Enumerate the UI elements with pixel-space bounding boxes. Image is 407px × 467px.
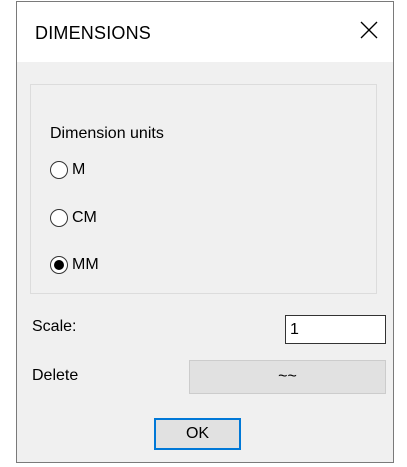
radio-selected-dot	[54, 260, 64, 270]
radio-cm-label: CM	[72, 209, 97, 226]
radio-m-circle[interactable]	[50, 161, 68, 179]
dimension-units-group: Dimension units M CM MM	[30, 84, 377, 294]
dialog-body: Dimension units M CM MM Scale: Delete ~~…	[17, 62, 393, 462]
dimension-units-label: Dimension units	[50, 125, 164, 142]
radio-mm-circle[interactable]	[50, 256, 68, 274]
radio-cm-circle[interactable]	[50, 209, 68, 227]
title-bar: DIMENSIONS	[17, 2, 393, 62]
radio-m-label: M	[72, 161, 86, 178]
close-icon	[360, 21, 378, 39]
delete-button[interactable]: ~~	[189, 360, 386, 394]
radio-option-cm[interactable]: CM	[50, 207, 97, 229]
dialog-title: DIMENSIONS	[35, 23, 152, 43]
ok-button[interactable]: OK	[154, 418, 241, 450]
delete-label: Delete	[32, 367, 79, 384]
scale-input[interactable]	[285, 315, 386, 344]
scale-label: Scale:	[32, 318, 77, 335]
radio-option-mm[interactable]: MM	[50, 254, 99, 276]
radio-option-m[interactable]: M	[50, 159, 85, 181]
close-button[interactable]	[349, 10, 389, 50]
dimensions-dialog: DIMENSIONS Dimension units M CM MM Scale…	[16, 1, 394, 463]
radio-mm-label: MM	[72, 256, 99, 273]
